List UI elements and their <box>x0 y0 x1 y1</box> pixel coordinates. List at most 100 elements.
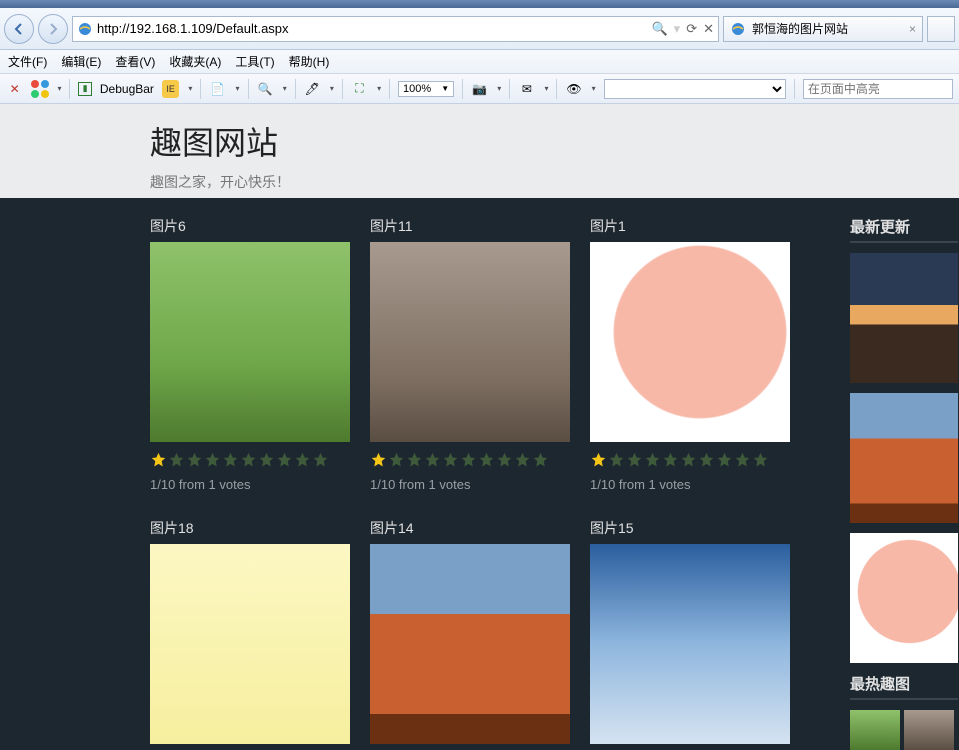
ie-badge-icon[interactable]: IE <box>162 80 179 98</box>
rating-stars[interactable] <box>590 452 790 469</box>
star-icon[interactable] <box>370 452 387 469</box>
image-thumb[interactable] <box>590 242 790 442</box>
screenshot-icon[interactable]: 📷 <box>471 80 488 98</box>
resize-icon[interactable]: ⛶ <box>351 80 368 98</box>
image-card: 图片6 1/10 from 1 votes <box>150 216 350 498</box>
star-icon[interactable] <box>222 452 239 469</box>
card-title: 图片1 <box>590 216 790 236</box>
menu-view[interactable]: 查看(V) <box>115 53 155 70</box>
star-icon[interactable] <box>150 452 167 469</box>
menu-bar: 文件(F) 编辑(E) 查看(V) 收藏夹(A) 工具(T) 帮助(H) <box>0 50 959 74</box>
star-icon[interactable] <box>478 452 495 469</box>
image-thumb[interactable] <box>590 544 790 744</box>
inspect-icon[interactable]: 🔍 <box>256 80 273 98</box>
image-card: 图片11 1/10 from 1 votes <box>370 216 570 498</box>
star-icon[interactable] <box>496 452 513 469</box>
image-thumb[interactable] <box>150 242 350 442</box>
star-icon[interactable] <box>186 452 203 469</box>
tab-title: 郭恒海的图片网站 <box>752 20 848 37</box>
star-icon[interactable] <box>442 452 459 469</box>
back-button[interactable] <box>4 14 34 44</box>
stop-icon[interactable]: ✕ <box>703 21 714 37</box>
image-thumb[interactable] <box>150 544 350 744</box>
star-icon[interactable] <box>388 452 405 469</box>
votes-text: 1/10 from 1 votes <box>370 477 570 492</box>
star-icon[interactable] <box>644 452 661 469</box>
image-thumb[interactable] <box>370 544 570 744</box>
menu-file[interactable]: 文件(F) <box>8 53 47 70</box>
window-titlebar <box>0 0 959 8</box>
star-icon[interactable] <box>626 452 643 469</box>
close-toolbar-icon[interactable]: ✕ <box>6 80 23 98</box>
image-grid: 图片6 1/10 from 1 votes 图片11 1/10 from 1 vote… <box>150 216 790 750</box>
card-title: 图片6 <box>150 216 350 236</box>
hot-thumbs <box>850 710 958 750</box>
star-icon[interactable] <box>258 452 275 469</box>
debugbar-label[interactable]: DebugBar <box>100 82 154 96</box>
star-icon[interactable] <box>590 452 607 469</box>
url-input[interactable] <box>97 21 647 36</box>
star-icon[interactable] <box>608 452 625 469</box>
urlbar-icons: 🔍 ▾ ⟳ ✕ <box>651 21 714 37</box>
refresh-icon[interactable]: ⟳ <box>686 21 697 37</box>
star-icon[interactable] <box>406 452 423 469</box>
image-card: 图片14 <box>370 518 570 750</box>
rating-stars[interactable] <box>370 452 570 469</box>
star-icon[interactable] <box>204 452 221 469</box>
votes-text: 1/10 from 1 votes <box>150 477 350 492</box>
rating-stars[interactable] <box>150 452 350 469</box>
sidebar-latest-title: 最新更新 <box>850 216 958 243</box>
ie-icon <box>730 21 746 37</box>
menu-favorites[interactable]: 收藏夹(A) <box>169 53 221 70</box>
star-icon[interactable] <box>716 452 733 469</box>
star-icon[interactable] <box>532 452 549 469</box>
colorzilla-icon[interactable] <box>31 80 48 98</box>
search-icon[interactable]: 🔍 <box>651 21 667 37</box>
card-title: 图片15 <box>590 518 790 538</box>
star-icon[interactable] <box>240 452 257 469</box>
address-bar[interactable]: 🔍 ▾ ⟳ ✕ <box>72 16 719 42</box>
star-icon[interactable] <box>680 452 697 469</box>
eye-icon[interactable]: 👁 <box>565 80 582 98</box>
zoom-selector[interactable]: 100%▼ <box>398 81 454 97</box>
page-subtitle: 趣图之家，开心快乐！ <box>150 172 959 192</box>
sidebar-hot-title: 最热趣图 <box>850 673 958 700</box>
sidebar-thumb[interactable] <box>850 393 958 523</box>
debugbar-icon[interactable]: ▮ <box>78 82 91 96</box>
mail-icon[interactable]: ✉ <box>518 80 535 98</box>
card-title: 图片11 <box>370 216 570 236</box>
sidebar: 最新更新 最热趣图 <box>850 216 958 750</box>
star-icon[interactable] <box>312 452 329 469</box>
color-picker-icon[interactable]: 🖊 <box>304 80 321 98</box>
selector-dropdown[interactable] <box>604 79 786 99</box>
star-icon[interactable] <box>514 452 531 469</box>
hot-thumb[interactable] <box>904 710 954 750</box>
star-icon[interactable] <box>276 452 293 469</box>
new-tab-button[interactable] <box>927 16 955 42</box>
image-thumb[interactable] <box>370 242 570 442</box>
star-icon[interactable] <box>294 452 311 469</box>
image-card: 图片15 <box>590 518 790 750</box>
image-card: 图片11/10 from 1 votes <box>590 216 790 498</box>
browser-navbar: 🔍 ▾ ⟳ ✕ 郭恒海的图片网站 × <box>0 8 959 50</box>
menu-help[interactable]: 帮助(H) <box>289 53 330 70</box>
page-icon[interactable]: 📄 <box>209 80 226 98</box>
sidebar-thumb[interactable] <box>850 533 958 663</box>
star-icon[interactable] <box>752 452 769 469</box>
browser-tab[interactable]: 郭恒海的图片网站 × <box>723 16 923 42</box>
menu-edit[interactable]: 编辑(E) <box>61 53 101 70</box>
star-icon[interactable] <box>168 452 185 469</box>
star-icon[interactable] <box>460 452 477 469</box>
star-icon[interactable] <box>662 452 679 469</box>
hot-thumb[interactable] <box>850 710 900 750</box>
highlight-input[interactable] <box>803 79 953 99</box>
close-icon[interactable]: × <box>909 22 916 36</box>
forward-button[interactable] <box>38 14 68 44</box>
star-icon[interactable] <box>734 452 751 469</box>
card-title: 图片14 <box>370 518 570 538</box>
arrow-right-icon <box>45 21 61 37</box>
menu-tools[interactable]: 工具(T) <box>235 53 274 70</box>
star-icon[interactable] <box>424 452 441 469</box>
sidebar-thumb[interactable] <box>850 253 958 383</box>
star-icon[interactable] <box>698 452 715 469</box>
